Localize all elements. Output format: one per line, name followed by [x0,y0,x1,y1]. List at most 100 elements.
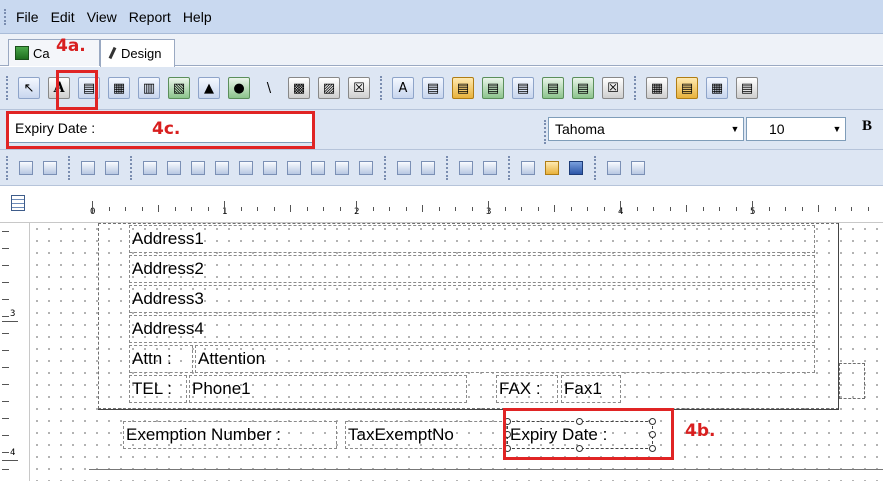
preview-icon[interactable] [607,160,621,175]
space-horizontal-icon[interactable] [287,160,301,175]
vruler-major-tick [2,460,18,461]
open-folder-icon[interactable] [545,160,559,175]
align-separator-2 [130,155,132,180]
menu-bar: File Edit View Report Help [0,0,883,34]
design-canvas[interactable]: Address1 Address2 Address3 Address4 Attn… [31,223,883,481]
new-file-icon[interactable] [521,160,535,175]
band-detail-icon[interactable]: ▤ [512,77,534,99]
richtext-tool-icon[interactable]: ▨ [318,77,340,99]
field-address1[interactable]: Address1 [129,225,815,253]
field-tax-exempt-no[interactable]: TaxExemptNo [345,421,507,449]
label-attn[interactable]: Attn : [129,345,193,373]
line-tool-icon[interactable]: \ [258,77,280,99]
label-tel[interactable]: TEL : [129,375,187,403]
align-center-icon[interactable] [167,160,181,175]
ruler-tick [752,201,753,213]
label-fax[interactable]: FAX : [496,375,558,403]
field-address3[interactable]: Address3 [129,285,815,313]
space-vertical-icon[interactable] [311,160,325,175]
vruler-tick [2,469,9,470]
band-close-icon[interactable]: ☒ [602,77,624,99]
vruler-tick [2,384,9,385]
barcode-tool-icon[interactable]: ▥ [138,77,160,99]
align-middle-icon[interactable] [239,160,253,175]
field-address2[interactable]: Address2 [129,255,815,283]
pointer-icon[interactable]: ↖ [18,77,40,99]
print-icon[interactable] [631,160,645,175]
ruler-toggle-icon[interactable] [11,195,25,211]
vruler-tick [2,248,9,249]
chevron-down-icon[interactable]: ▼ [727,118,743,140]
menu-report[interactable]: Report [129,7,171,27]
vertical-ruler: 34 [0,223,30,481]
ruler-tick [339,207,341,211]
field-address4[interactable]: Address4 [129,315,815,343]
tab-code[interactable]: Ca [8,39,100,66]
box-tool-icon[interactable]: ▩ [288,77,310,99]
chevron-down-icon[interactable]: ▼ [829,118,845,140]
ruler-tick [537,207,539,211]
field-attention[interactable]: Attention [195,345,815,373]
preview-icon[interactable]: ▤ [736,77,758,99]
vruler-tick [2,435,9,436]
snap-grid-icon[interactable] [43,160,57,175]
annotation-4c-label: 4c. [152,119,181,139]
ruler-tick [554,205,555,212]
vruler-number: 4 [10,448,16,458]
field-phone1[interactable]: Phone1 [189,375,467,403]
align-right-icon[interactable] [191,160,205,175]
font-grip [544,120,546,144]
vruler-tick [2,316,9,317]
vruler-tick [2,350,9,351]
field-tool-icon[interactable]: ▦ [108,77,130,99]
field-fax1[interactable]: Fax1 [561,375,621,403]
ruler-tick [867,207,869,211]
font-name-select[interactable]: Tahoma ▼ [548,117,744,141]
band-header-icon[interactable]: ▤ [422,77,444,99]
move-left-icon[interactable] [459,160,473,175]
ruler-tick [389,207,390,211]
align-left-icon[interactable] [143,160,157,175]
move-right-icon[interactable] [483,160,497,175]
align-grid-icon[interactable] [19,160,33,175]
font-size-select[interactable]: 10 ▼ [746,117,846,141]
move-down-icon[interactable] [421,160,435,175]
ruler-tick [438,207,440,211]
checkbox-tool-icon[interactable]: ☒ [348,77,370,99]
align-separator-3 [384,155,386,180]
ruler-tick [191,207,192,211]
same-height-icon[interactable] [359,160,373,175]
ruler-tick [653,207,654,211]
tab-design[interactable]: Design [100,39,175,67]
bring-front-icon[interactable] [81,160,95,175]
ruler-tick [405,207,407,211]
menu-file[interactable]: File [16,7,39,27]
align-top-icon[interactable] [215,160,229,175]
same-width-icon[interactable] [335,160,349,175]
save-icon[interactable] [569,160,583,175]
band-tool-icon[interactable]: A [392,77,414,99]
bold-button[interactable]: B [862,118,872,135]
calc-tool-icon[interactable]: ▧ [168,77,190,99]
align-bottom-icon[interactable] [263,160,277,175]
align-grip [6,155,8,180]
menu-help[interactable]: Help [183,7,212,27]
menu-edit[interactable]: Edit [51,7,75,27]
data-icon[interactable]: ▦ [706,77,728,99]
move-up-icon[interactable] [397,160,411,175]
grid-icon[interactable]: ▦ [646,77,668,99]
menu-view[interactable]: View [87,7,117,27]
ruler-tick [224,201,225,213]
image-tool-icon[interactable]: ▲ [198,77,220,99]
shape-tool-icon[interactable]: ● [228,77,250,99]
band-title-icon[interactable]: ▤ [452,77,474,99]
page-icon[interactable]: ▤ [676,77,698,99]
annotation-4a-box [56,70,98,110]
horizontal-ruler: 012345 [0,187,883,223]
side-frame[interactable] [839,363,865,399]
band-group-icon[interactable]: ▤ [482,77,504,99]
send-back-icon[interactable] [105,160,119,175]
band-footer-icon[interactable]: ▤ [542,77,564,99]
band-summary-icon[interactable]: ▤ [572,77,594,99]
label-exemption-number[interactable]: Exemption Number : [123,421,337,449]
